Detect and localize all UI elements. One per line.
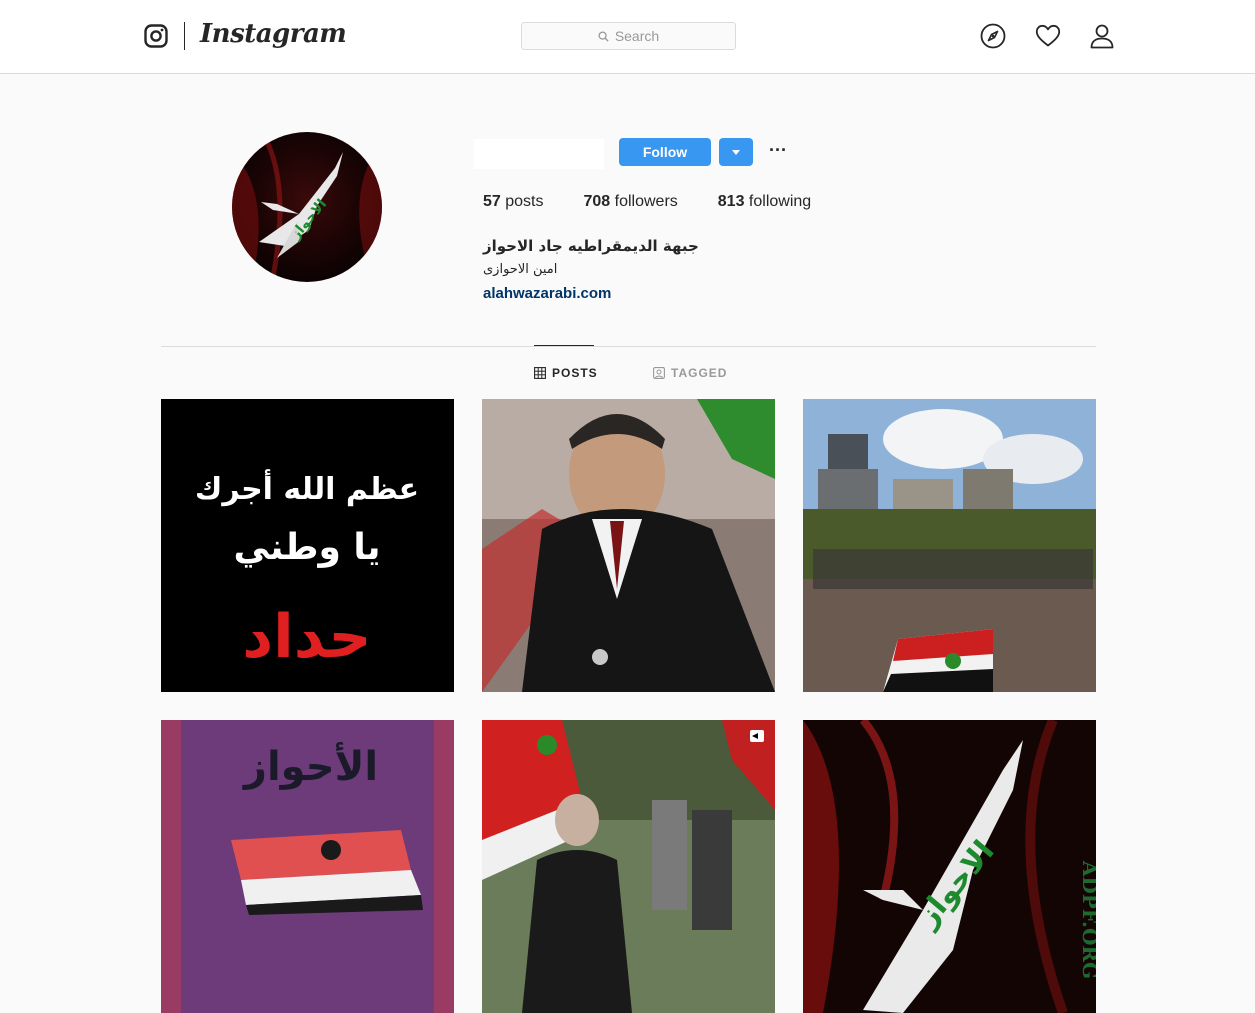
- triangle-down-icon: [732, 149, 740, 155]
- profile-bio: جبهة الديمقراطيه جاد الاحواز امين الاحوا…: [483, 234, 699, 306]
- instagram-wordmark[interactable]: Instagram: [200, 19, 347, 49]
- follow-button[interactable]: Follow: [619, 138, 711, 166]
- post1-line1: عظم الله أجرك: [195, 469, 419, 507]
- activity-heart-icon[interactable]: [1035, 23, 1061, 49]
- followers-number: 708: [583, 193, 611, 210]
- post-tile-5[interactable]: [482, 720, 775, 1013]
- post-tile-2[interactable]: [482, 399, 775, 692]
- post-tile-1[interactable]: عظم الله أجرك يا وطني حداد: [161, 399, 454, 692]
- posts-number: 57: [483, 193, 501, 210]
- followers-label: followers: [610, 193, 678, 210]
- grid-icon: [534, 367, 546, 379]
- tab-posts[interactable]: POSTS: [534, 366, 598, 380]
- profile-stats: 57 posts 708 followers 813 following: [483, 193, 851, 211]
- profile-full-name: جبهة الديمقراطيه جاد الاحواز: [483, 237, 699, 255]
- following-label: following: [744, 193, 812, 210]
- bio-website-link[interactable]: alahwazarabi.com: [483, 282, 699, 306]
- more-options-button[interactable]: ···: [765, 139, 791, 165]
- profile-user-icon[interactable]: [1089, 23, 1115, 49]
- top-navigation-bar: Instagram Search: [0, 0, 1255, 74]
- profile-avatar[interactable]: الاحواز: [232, 132, 382, 282]
- post-tile-3[interactable]: [803, 399, 1096, 692]
- explore-compass-icon[interactable]: [980, 23, 1006, 49]
- search-icon: [598, 30, 609, 42]
- post6-side-text: ADPF.ORG: [1078, 860, 1096, 979]
- tab-tagged-label: TAGGED: [671, 366, 728, 380]
- bio-text: امين الاحوازى: [483, 262, 558, 277]
- post4-title: الأحواز: [242, 741, 378, 790]
- logo-divider: [184, 22, 185, 50]
- instagram-camera-icon[interactable]: [144, 24, 168, 48]
- followers-count[interactable]: 708 followers: [583, 193, 677, 211]
- posts-label: posts: [500, 193, 544, 210]
- username-placeholder: [474, 139, 604, 169]
- post1-line3: حداد: [242, 602, 371, 672]
- following-count[interactable]: 813 following: [718, 193, 811, 211]
- posts-count: 57 posts: [483, 193, 543, 211]
- tabs-divider: [161, 346, 1096, 347]
- tagged-icon: [653, 367, 665, 379]
- post-tile-6[interactable]: الاحواز ADPF.ORG: [803, 720, 1096, 1013]
- search-placeholder: Search: [614, 28, 660, 44]
- video-icon: [750, 730, 764, 742]
- suggestions-dropdown-button[interactable]: [719, 138, 753, 166]
- tab-posts-label: POSTS: [552, 366, 598, 380]
- following-number: 813: [717, 193, 745, 210]
- post-tile-4[interactable]: الأحواز: [161, 720, 454, 1013]
- active-tab-indicator: [534, 345, 594, 346]
- search-input[interactable]: Search: [521, 22, 736, 50]
- post1-line2: يا وطني: [234, 527, 381, 568]
- tab-tagged[interactable]: TAGGED: [653, 366, 727, 380]
